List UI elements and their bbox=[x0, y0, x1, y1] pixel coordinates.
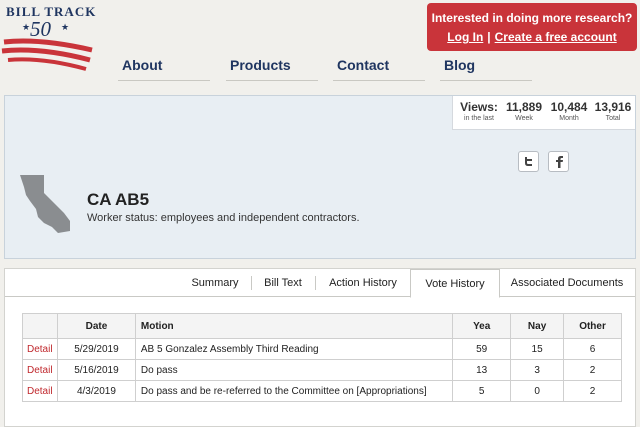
views-label: Views: bbox=[460, 100, 498, 114]
vote-history-table: Date Motion Yea Nay Other Detail 5/29/20… bbox=[22, 313, 622, 402]
nav-contact[interactable]: Contact bbox=[333, 57, 425, 81]
flag-stripes-icon bbox=[1, 38, 93, 71]
vote-yea: 13 bbox=[452, 359, 512, 381]
nav-products[interactable]: Products bbox=[226, 57, 318, 81]
research-cta-box: Interested in doing more research? Log I… bbox=[427, 3, 637, 51]
tab-associated-documents[interactable]: Associated Documents bbox=[502, 269, 632, 297]
detail-link[interactable]: Detail bbox=[22, 338, 58, 360]
vote-other: 6 bbox=[563, 338, 622, 360]
bill-header-panel: Views: in the last 11,889 Week 10,484 Mo… bbox=[4, 95, 636, 259]
views-stats: Views: in the last 11,889 Week 10,484 Mo… bbox=[452, 96, 635, 130]
vote-yea: 5 bbox=[452, 380, 512, 402]
tab-bill-text[interactable]: Bill Text bbox=[253, 269, 313, 297]
vote-nay: 15 bbox=[510, 338, 565, 360]
vote-yea: 59 bbox=[452, 338, 512, 360]
views-month-value: 10,484 bbox=[550, 100, 588, 114]
twitter-share-button[interactable] bbox=[518, 151, 539, 172]
column-header-date: Date bbox=[56, 313, 136, 339]
bill-track-50-logo[interactable]: BILL TRACK ★ 50 ★ bbox=[0, 0, 100, 82]
vote-motion: Do pass bbox=[134, 359, 454, 381]
twitter-icon bbox=[525, 157, 532, 166]
vote-date: 5/29/2019 bbox=[56, 338, 136, 360]
vote-motion: Do pass and be re-referred to the Commit… bbox=[134, 380, 454, 402]
tab-summary[interactable]: Summary bbox=[181, 269, 249, 297]
cta-title: Interested in doing more research? bbox=[431, 11, 633, 25]
tab-bar: Summary Bill Text Action History Vote Hi… bbox=[5, 269, 635, 298]
california-map-icon bbox=[20, 175, 70, 233]
vote-date: 4/3/2019 bbox=[56, 380, 136, 402]
column-header-yea: Yea bbox=[452, 313, 512, 339]
nav-about[interactable]: About bbox=[118, 57, 210, 81]
table-row: Detail 5/29/2019 AB 5 Gonzalez Assembly … bbox=[22, 338, 622, 360]
table-header-row: Date Motion Yea Nay Other bbox=[22, 313, 622, 339]
bill-title: CA AB5 bbox=[87, 190, 150, 209]
column-header bbox=[22, 313, 58, 339]
tab-vote-history[interactable]: Vote History bbox=[410, 269, 500, 298]
table-row: Detail 4/3/2019 Do pass and be re-referr… bbox=[22, 380, 622, 402]
vote-other: 2 bbox=[563, 359, 622, 381]
views-month-label: Month bbox=[559, 115, 579, 122]
table-row: Detail 5/16/2019 Do pass 13 3 2 bbox=[22, 359, 622, 381]
bill-description: Worker status: employees and independent… bbox=[87, 212, 360, 224]
nav-blog[interactable]: Blog bbox=[440, 57, 532, 81]
logo-text: BILL TRACK bbox=[6, 4, 97, 19]
main-nav: About Products Contact Blog bbox=[118, 57, 532, 81]
detail-link[interactable]: Detail bbox=[22, 359, 58, 381]
vote-nay: 3 bbox=[510, 359, 565, 381]
vote-motion: AB 5 Gonzalez Assembly Third Reading bbox=[134, 338, 454, 360]
views-total-value: 13,916 bbox=[594, 100, 632, 114]
column-header-motion: Motion bbox=[134, 313, 454, 339]
views-sub-label: in the last bbox=[464, 115, 494, 122]
column-header-other: Other bbox=[563, 313, 622, 339]
tab-action-history[interactable]: Action History bbox=[318, 269, 408, 297]
views-week-value: 11,889 bbox=[505, 100, 543, 114]
create-account-link[interactable]: Create a free account bbox=[495, 30, 617, 44]
views-total-label: Total bbox=[605, 115, 621, 122]
facebook-share-button[interactable] bbox=[548, 151, 569, 172]
views-week-label: Week bbox=[515, 115, 533, 122]
vote-other: 2 bbox=[563, 380, 622, 402]
bill-detail-tabs: Summary Bill Text Action History Vote Hi… bbox=[4, 268, 636, 427]
vote-nay: 0 bbox=[510, 380, 565, 402]
facebook-icon bbox=[555, 155, 563, 168]
cta-separator: | bbox=[487, 30, 491, 44]
login-link[interactable]: Log In bbox=[447, 30, 483, 44]
star-icon: ★ bbox=[22, 22, 31, 32]
column-header-nay: Nay bbox=[510, 313, 565, 339]
detail-link[interactable]: Detail bbox=[22, 380, 58, 402]
star-icon: ★ bbox=[61, 22, 70, 32]
vote-date: 5/16/2019 bbox=[56, 359, 136, 381]
